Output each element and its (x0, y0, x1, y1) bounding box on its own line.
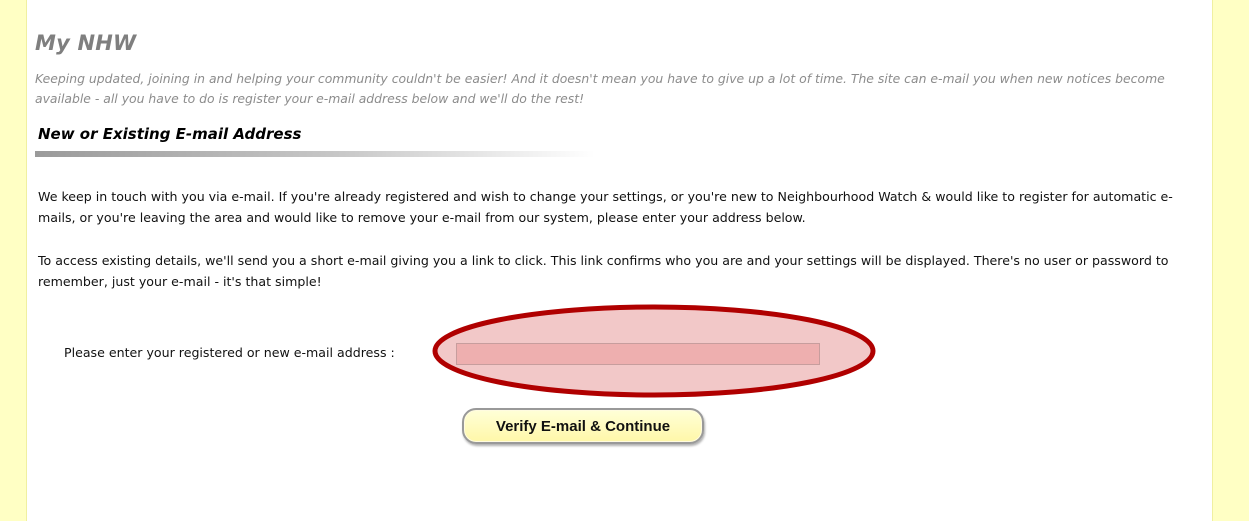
email-label: Please enter your registered or new e-ma… (64, 345, 395, 360)
main-content: My NHW Keeping updated, joining in and h… (35, 0, 1205, 521)
heading-underline (35, 151, 595, 157)
page-title: My NHW (35, 31, 137, 55)
left-sidebar-strip (0, 0, 27, 521)
intro-text: Keeping updated, joining in and helping … (35, 71, 1165, 106)
info-paragraph-1: We keep in touch with you via e-mail. If… (38, 189, 1173, 225)
verify-email-button[interactable]: Verify E-mail & Continue (462, 408, 704, 444)
email-input[interactable] (456, 343, 820, 365)
right-sidebar-strip (1212, 0, 1249, 521)
page: My NHW Keeping updated, joining in and h… (0, 0, 1249, 521)
info-paragraph-2: To access existing details, we'll send y… (38, 253, 1169, 289)
section-heading: New or Existing E-mail Address (38, 125, 302, 143)
